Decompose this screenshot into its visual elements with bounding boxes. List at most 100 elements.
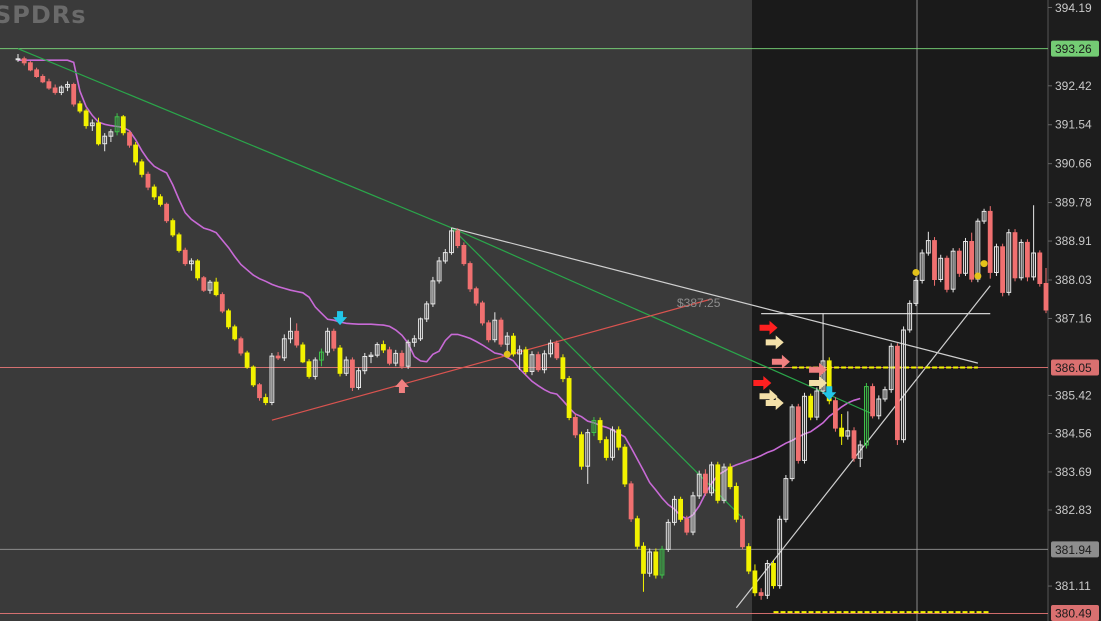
candle[interactable] [808, 393, 814, 421]
candle[interactable] [387, 346, 392, 366]
candle[interactable] [195, 259, 200, 281]
candle[interactable] [300, 342, 306, 364]
candle-body [653, 551, 659, 576]
candle-body [956, 250, 962, 274]
candle[interactable] [511, 333, 516, 357]
candle[interactable] [622, 444, 628, 487]
candle[interactable] [746, 543, 752, 575]
candle[interactable] [71, 82, 77, 107]
candle[interactable] [331, 328, 337, 352]
candle[interactable] [987, 206, 993, 279]
candle[interactable] [461, 242, 467, 266]
candle[interactable] [498, 317, 504, 347]
price-tick-label: 381.11 [1055, 579, 1091, 593]
price-tick-label: 385.42 [1055, 388, 1092, 402]
candle[interactable] [176, 232, 182, 253]
candle-body [257, 384, 262, 399]
candle[interactable] [932, 237, 937, 286]
candle[interactable] [250, 365, 256, 388]
marker-dot [974, 272, 982, 280]
candle-body [275, 355, 281, 359]
candle[interactable] [603, 436, 609, 461]
candle[interactable] [232, 324, 238, 341]
candle[interactable] [486, 320, 492, 343]
candle[interactable] [238, 336, 244, 356]
candle[interactable] [350, 357, 355, 391]
candle[interactable] [678, 496, 684, 522]
candle-body [572, 417, 578, 436]
candle[interactable] [164, 202, 169, 223]
candle[interactable] [597, 417, 603, 444]
candle-body [232, 326, 238, 340]
candle[interactable] [337, 345, 343, 377]
chart-container[interactable]: SPDRs $387.25 394.19 393.26 392.42 391.54 39… [0, 0, 1101, 621]
candle[interactable] [467, 261, 473, 292]
candle[interactable] [795, 403, 801, 464]
candle[interactable] [306, 359, 312, 379]
candle-body [641, 545, 646, 574]
candle[interactable] [120, 115, 126, 136]
candle[interactable] [560, 354, 566, 383]
candle[interactable] [554, 340, 560, 361]
candle[interactable] [579, 431, 584, 470]
candle[interactable] [219, 292, 225, 314]
candle[interactable] [653, 548, 659, 579]
candle[interactable] [616, 426, 622, 451]
candle-body [944, 257, 950, 290]
candle[interactable] [127, 130, 132, 148]
candle[interactable] [715, 461, 721, 504]
candle[interactable] [727, 463, 733, 490]
candle[interactable] [535, 351, 541, 372]
candle[interactable] [944, 255, 950, 293]
candle[interactable] [733, 482, 739, 523]
candlestick-chart[interactable]: SPDRs $387.25 394.19 393.26 392.42 391.54 39… [0, 0, 1101, 621]
candle[interactable] [628, 481, 634, 522]
candle[interactable] [480, 300, 485, 326]
candle[interactable] [170, 218, 176, 238]
candle[interactable] [257, 383, 262, 401]
candle[interactable] [133, 141, 138, 166]
candle[interactable] [399, 350, 405, 369]
candle[interactable] [1012, 229, 1018, 282]
candle-body [381, 344, 386, 351]
candle-body [808, 395, 814, 418]
candle-body [560, 357, 566, 380]
candle-body [752, 570, 758, 594]
candle[interactable] [566, 375, 572, 421]
price-tick-label: 389.78 [1055, 196, 1092, 210]
candle[interactable] [870, 383, 876, 419]
candle[interactable] [473, 286, 479, 306]
candle[interactable] [244, 350, 250, 369]
candle[interactable] [139, 159, 145, 178]
candle-body [1012, 232, 1018, 279]
candle[interactable] [634, 515, 640, 550]
price-tick-label: 387.16 [1055, 311, 1092, 325]
candle[interactable] [956, 248, 962, 277]
candle-body [399, 352, 405, 367]
candle[interactable] [833, 397, 838, 432]
candle[interactable] [83, 108, 89, 129]
candle-body [703, 473, 708, 494]
candle[interactable] [1025, 239, 1030, 282]
candle[interactable] [851, 427, 857, 462]
candle-body [250, 366, 256, 386]
candle[interactable] [455, 228, 461, 249]
candle-body [244, 352, 250, 368]
candle[interactable] [572, 414, 578, 438]
candle-body [182, 249, 188, 265]
candle[interactable] [771, 559, 776, 589]
price-tick-label: 388.03 [1055, 273, 1092, 287]
candle-body [46, 81, 52, 89]
candle[interactable] [28, 61, 33, 72]
candle[interactable] [523, 346, 529, 375]
candle[interactable] [226, 308, 231, 330]
candle[interactable] [895, 343, 900, 445]
candle[interactable] [182, 247, 188, 266]
candle[interactable] [1000, 243, 1006, 297]
candle-body [300, 344, 306, 363]
candle[interactable] [145, 171, 151, 191]
candle[interactable] [201, 276, 207, 292]
candle-body [226, 310, 231, 328]
candle[interactable] [740, 515, 745, 550]
candle[interactable] [1037, 250, 1043, 287]
